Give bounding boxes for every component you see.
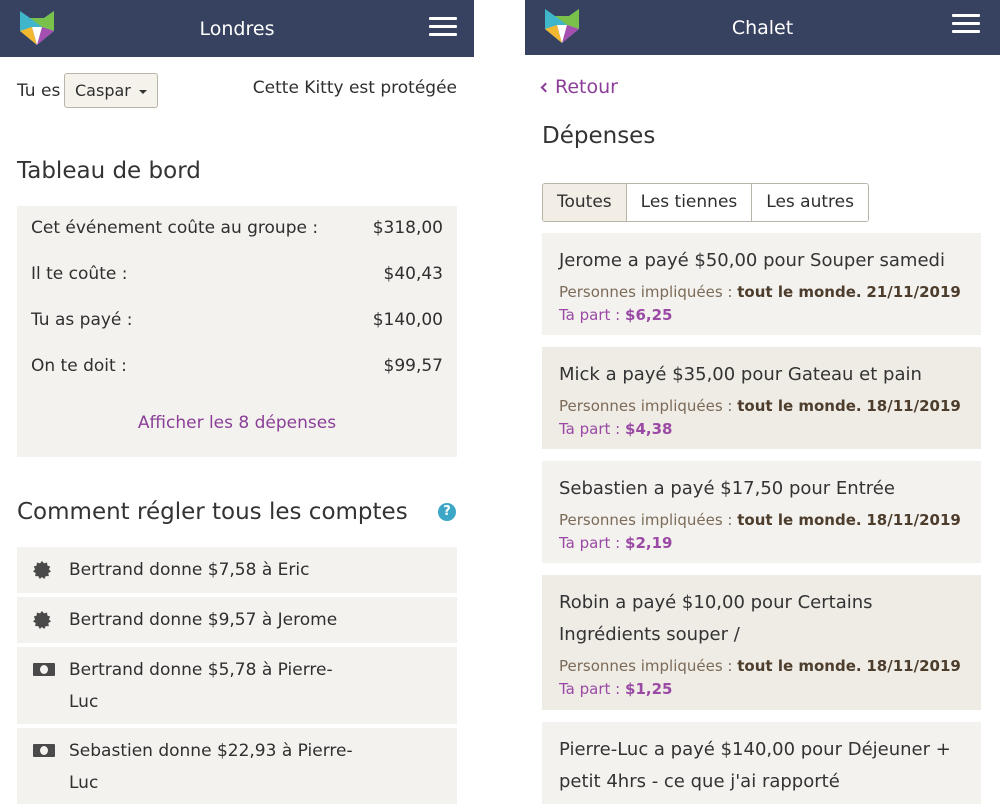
expense-card[interactable]: Mick a payé $35,00 pour Gateau et pain P… — [542, 347, 981, 449]
dashboard-row: Il te coûte : $40,43 — [31, 264, 443, 288]
dashboard-row: Cet événement coûte au groupe : $318,00 — [31, 218, 443, 242]
expense-title: Mick a payé $35,00 pour Gateau et pain — [559, 364, 922, 385]
share-value: $6,25 — [625, 306, 673, 324]
expenses-heading: Dépenses — [542, 123, 656, 149]
expense-date: 21/11/2019 — [866, 283, 961, 301]
left-screen: Londres Tu es Caspar Cette Kitty est pro… — [0, 0, 474, 804]
settle-heading: Comment régler tous les comptes — [17, 499, 408, 525]
money-icon — [33, 744, 55, 757]
settle-item: Bertrand donne $5,78 à Pierre-Luc — [17, 647, 457, 724]
expense-title: Robin a payé $10,00 pour Certains Ingréd… — [559, 592, 873, 645]
expense-card[interactable]: Pierre-Luc a payé $140,00 pour Déjeuner … — [542, 722, 981, 804]
filter-mine-button[interactable]: Les tiennes — [625, 184, 752, 221]
settle-item-text: Bertrand donne $9,57 à Jerome — [69, 610, 338, 630]
user-select[interactable]: Caspar — [64, 73, 158, 108]
people-value: tout le monde. — [737, 657, 862, 675]
share-label: Ta part : — [559, 680, 621, 698]
page-title: Londres — [199, 17, 275, 40]
dashboard-row-value: $40,43 — [383, 264, 443, 284]
filter-others-button[interactable]: Les autres — [751, 184, 868, 221]
share-value: $1,25 — [625, 680, 673, 698]
expense-date: 18/11/2019 — [866, 657, 961, 675]
dashboard-row-value: $99,57 — [383, 356, 443, 376]
share-value: $2,19 — [625, 534, 673, 552]
share-label: Ta part : — [559, 420, 621, 438]
dashboard-row: On te doit : $99,57 — [31, 356, 443, 380]
expense-share: Ta part : $4,38 — [559, 420, 672, 438]
expense-card[interactable]: Robin a payé $10,00 pour Certains Ingréd… — [542, 575, 981, 710]
hamburger-menu-icon[interactable] — [429, 17, 457, 39]
kitty-logo-icon[interactable] — [18, 9, 56, 47]
expense-people: Personnes impliquées : tout le monde. 21… — [559, 283, 961, 301]
people-label: Personnes impliquées : — [559, 657, 733, 675]
settle-item-text: Bertrand donne $7,58 à Eric — [69, 560, 310, 580]
right-screen: Chalet Retour Dépenses Toutes Les tienne… — [525, 0, 1000, 804]
navbar: Londres — [0, 0, 474, 57]
settle-item-text: Bertrand donne $5,78 à Pierre-Luc — [69, 660, 333, 712]
dashboard-row-label: Il te coûte : — [31, 264, 128, 284]
dashboard-heading: Tableau de bord — [17, 158, 201, 184]
settle-item: Bertrand donne $7,58 à Eric — [17, 547, 457, 593]
expense-people: Personnes impliquées : tout le monde. 18… — [559, 397, 961, 415]
share-label: Ta part : — [559, 534, 621, 552]
expense-date: 18/11/2019 — [866, 511, 961, 529]
share-label: Ta part : — [559, 306, 621, 324]
expense-card[interactable]: Jerome a payé $50,00 pour Souper samedi … — [542, 233, 981, 335]
user-select-value: Caspar — [75, 81, 131, 100]
badge-icon — [33, 561, 51, 579]
back-link[interactable]: Retour — [540, 76, 618, 98]
people-value: tout le monde. — [737, 397, 862, 415]
share-value: $4,38 — [625, 420, 673, 438]
chevron-left-icon — [540, 82, 551, 93]
expense-title: Pierre-Luc a payé $140,00 pour Déjeuner … — [559, 739, 951, 804]
settle-item: Sebastien donne $22,93 à Pierre-Luc — [17, 728, 457, 804]
expense-card[interactable]: Sebastien a payé $17,50 pour Entrée Pers… — [542, 461, 981, 563]
dashboard-row-label: Cet événement coûte au groupe : — [31, 218, 319, 238]
dashboard-box: Cet événement coûte au groupe : $318,00 … — [17, 206, 457, 457]
dashboard-row-label: Tu as payé : — [31, 310, 133, 330]
people-label: Personnes impliquées : — [559, 397, 733, 415]
kitty-logo-icon[interactable] — [543, 7, 581, 45]
expense-share: Ta part : $2,19 — [559, 534, 672, 552]
settle-item-text: Sebastien donne $22,93 à Pierre-Luc — [69, 741, 353, 793]
back-label: Retour — [555, 76, 618, 98]
filter-tabs: Toutes Les tiennes Les autres — [542, 183, 869, 222]
page-title: Chalet — [731, 16, 794, 39]
expense-people: Personnes impliquées : tout le monde. 18… — [559, 657, 961, 675]
user-prefix-label: Tu es — [17, 81, 61, 101]
people-value: tout le monde. — [737, 283, 862, 301]
people-value: tout le monde. — [737, 511, 862, 529]
expense-date: 18/11/2019 — [866, 397, 961, 415]
dashboard-row-value: $140,00 — [372, 310, 443, 330]
expense-title: Jerome a payé $50,00 pour Souper samedi — [559, 250, 945, 271]
user-selector-row: Tu es Caspar Cette Kitty est protégée — [17, 73, 457, 109]
expense-share: Ta part : $6,25 — [559, 306, 672, 324]
people-label: Personnes impliquées : — [559, 511, 733, 529]
protected-notice: Cette Kitty est protégée — [252, 78, 457, 98]
expense-people: Personnes impliquées : tout le monde. 18… — [559, 511, 961, 529]
caret-down-icon — [139, 90, 147, 94]
people-label: Personnes impliquées : — [559, 283, 733, 301]
dashboard-row-value: $318,00 — [372, 218, 443, 238]
expense-share: Ta part : $1,25 — [559, 680, 672, 698]
filter-all-button[interactable]: Toutes — [543, 184, 626, 221]
dashboard-row: Tu as payé : $140,00 — [31, 310, 443, 334]
hamburger-menu-icon[interactable] — [952, 14, 980, 36]
help-icon[interactable]: ? — [438, 503, 456, 521]
navbar: Chalet — [525, 0, 1000, 55]
badge-icon — [33, 611, 51, 629]
money-icon — [33, 663, 55, 676]
dashboard-row-label: On te doit : — [31, 356, 127, 376]
expense-title: Sebastien a payé $17,50 pour Entrée — [559, 478, 895, 499]
show-expenses-link[interactable]: Afficher les 8 dépenses — [17, 413, 457, 433]
settle-item: Bertrand donne $9,57 à Jerome — [17, 597, 457, 643]
